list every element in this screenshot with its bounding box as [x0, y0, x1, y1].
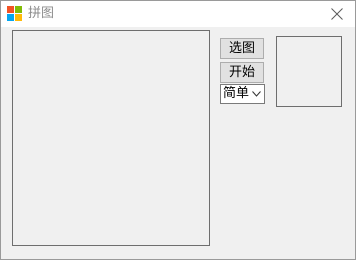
difficulty-select[interactable]: 简单	[220, 84, 265, 104]
difficulty-selected-value: 简单	[223, 86, 250, 101]
close-button[interactable]	[319, 1, 355, 27]
preview-image	[276, 36, 342, 107]
chevron-down-icon	[252, 91, 261, 97]
app-window: 拼图 选图 开始 简单	[0, 0, 356, 260]
window-title: 拼图	[28, 6, 55, 21]
title-bar[interactable]: 拼图	[1, 1, 355, 27]
select-image-button[interactable]: 选图	[220, 38, 264, 59]
client-area: 选图 开始 简单	[1, 27, 355, 259]
close-icon	[331, 8, 343, 20]
windows-logo-icon	[7, 6, 22, 21]
puzzle-board[interactable]	[12, 30, 210, 246]
start-button[interactable]: 开始	[220, 62, 264, 83]
